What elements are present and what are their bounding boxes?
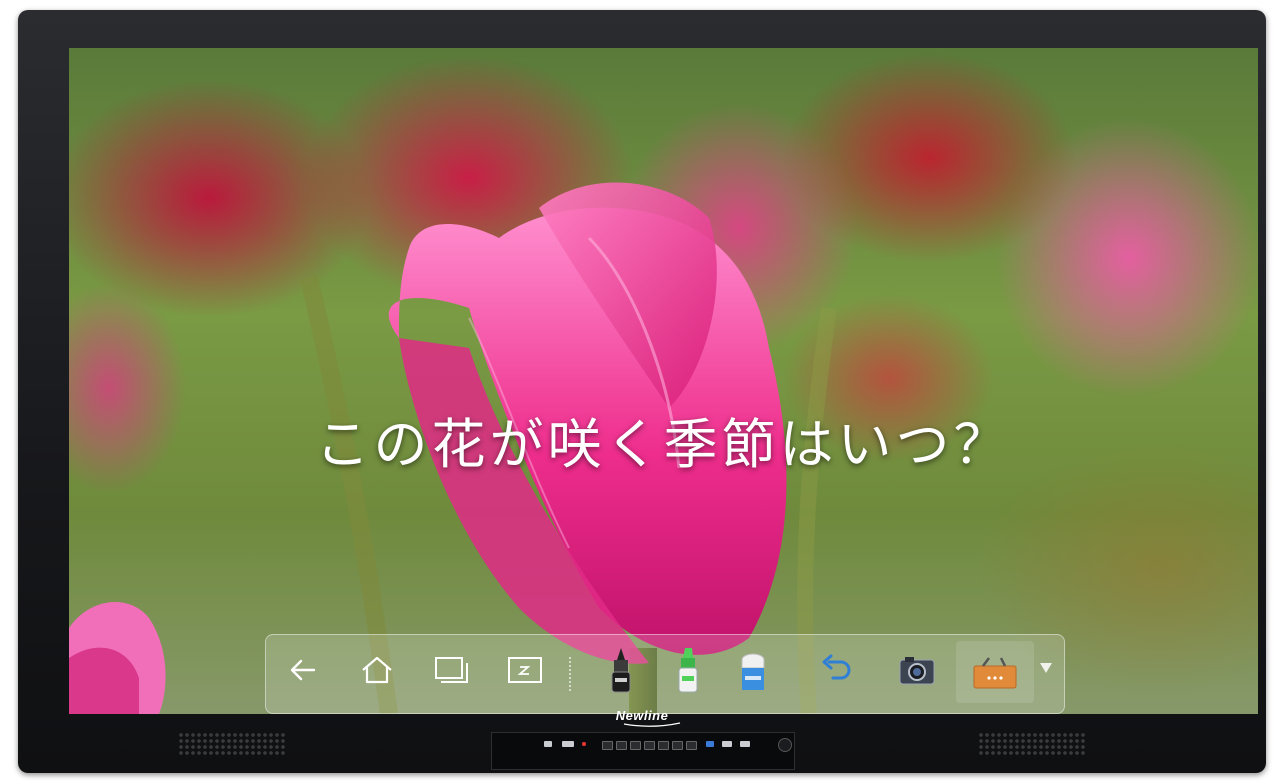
camera-icon: [899, 657, 935, 685]
eraser-button[interactable]: [726, 643, 780, 697]
front-key[interactable]: [644, 741, 655, 750]
usb-port: [544, 741, 552, 747]
back-arrow-icon: [290, 659, 316, 681]
undo-icon: [822, 654, 851, 680]
usb3-port: [706, 741, 714, 747]
front-port-panel: [491, 732, 795, 770]
undo-button[interactable]: [810, 643, 864, 697]
home-button[interactable]: [350, 643, 404, 697]
toolbar-collapse-icon[interactable]: [1040, 663, 1052, 673]
toolbox-icon: [973, 657, 1017, 689]
front-key[interactable]: [672, 741, 683, 750]
back-button[interactable]: [276, 643, 330, 697]
pen-button[interactable]: [594, 643, 648, 697]
hdmi-port: [562, 741, 574, 747]
speaker-grille-right: [978, 732, 1086, 756]
display-screen: この花が咲く季節はいつ？: [69, 48, 1258, 714]
whiteboard-button[interactable]: [498, 643, 552, 697]
front-key[interactable]: [686, 741, 697, 750]
toolbar-divider: [569, 657, 571, 691]
brand-logo: Newline: [615, 708, 669, 723]
marker-pen-icon: [611, 648, 631, 693]
front-key[interactable]: [602, 741, 613, 750]
whiteboard-icon: [508, 657, 542, 683]
highlighter-button[interactable]: [661, 643, 715, 697]
usb-port: [740, 741, 750, 747]
ir-sensor: [778, 738, 792, 752]
brand-swoosh-icon: [623, 722, 681, 727]
recent-windows-button[interactable]: [424, 643, 478, 697]
home-icon: [362, 656, 392, 684]
highlighter-icon: [678, 648, 698, 693]
front-key[interactable]: [658, 741, 669, 750]
tulip-photo: [69, 182, 837, 714]
question-text: この花が咲く季節はいつ？: [315, 413, 1012, 476]
annotation-toolbar: [265, 634, 1065, 714]
speaker-grille-left: [178, 732, 286, 756]
front-key[interactable]: [630, 741, 641, 750]
screenshot-button[interactable]: [890, 643, 944, 697]
front-key[interactable]: [616, 741, 627, 750]
windows-icon: [435, 657, 468, 683]
power-led: [582, 742, 586, 746]
display-bezel: この花が咲く季節はいつ？ Newline: [18, 10, 1266, 773]
eraser-icon: [741, 653, 765, 690]
usb-port: [722, 741, 732, 747]
tools-button[interactable]: [956, 641, 1034, 703]
